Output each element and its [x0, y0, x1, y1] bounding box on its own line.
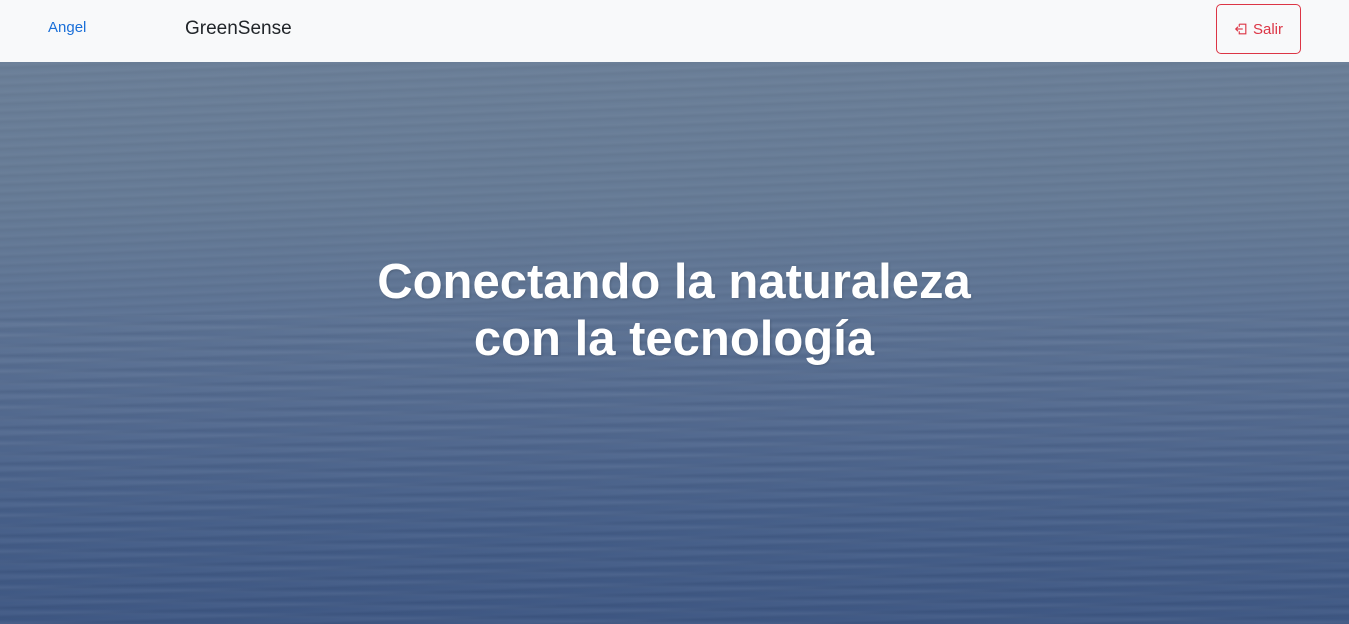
- user-name-link[interactable]: Angel: [48, 19, 86, 36]
- brand-name[interactable]: GreenSense: [185, 18, 292, 40]
- hero-section: Conectando la naturaleza con la tecnolog…: [0, 62, 1349, 624]
- logout-button[interactable]: Salir: [1216, 4, 1301, 54]
- top-navbar: Angel GreenSense Salir: [0, 0, 1349, 62]
- hero-headline: Conectando la naturaleza con la tecnolog…: [377, 255, 971, 366]
- box-arrow-left-icon: [1234, 22, 1248, 36]
- logout-label: Salir: [1252, 20, 1283, 38]
